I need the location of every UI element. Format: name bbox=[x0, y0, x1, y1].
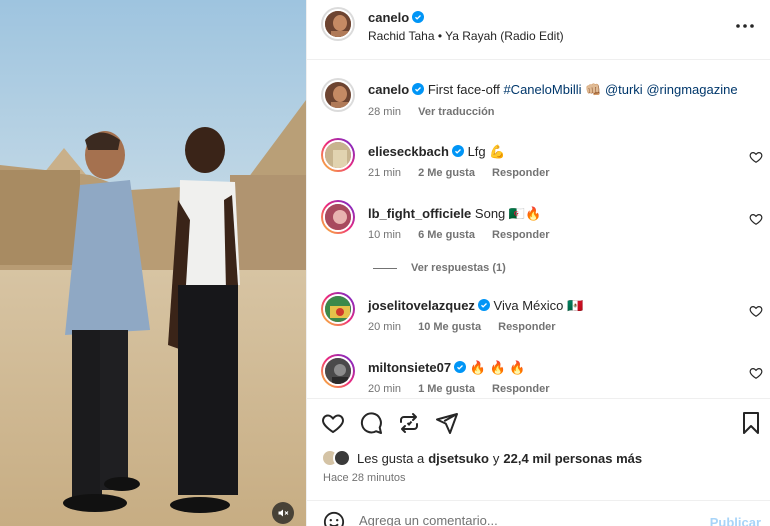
commenter-avatar[interactable] bbox=[321, 138, 355, 172]
post-photo[interactable] bbox=[0, 0, 306, 526]
avatar-image bbox=[325, 296, 351, 322]
save-bookmark-icon[interactable] bbox=[739, 411, 763, 435]
post-details-panel: canelo Rachid Taha • Ya Rayah (Radio Edi… bbox=[306, 0, 770, 526]
reply-button[interactable]: Responder bbox=[492, 167, 549, 179]
comment-time: 21 min bbox=[368, 167, 402, 179]
likes-connector: y bbox=[492, 450, 500, 466]
comment-text: 🔥 🔥 🔥 bbox=[469, 360, 526, 375]
caption-meta: 28 min Ver traducción bbox=[368, 106, 509, 118]
liker-username[interactable]: djsetsuko bbox=[428, 451, 489, 466]
post-actions-bar bbox=[307, 398, 770, 446]
view-replies-button[interactable]: Ver respuestas (1) bbox=[373, 262, 506, 274]
comment-meta: 21 min 2 Me gusta Responder bbox=[368, 167, 563, 179]
comment-text: Lfg 💪 bbox=[467, 144, 506, 159]
verified-badge-icon bbox=[412, 83, 425, 95]
publish-button[interactable]: Publicar bbox=[710, 515, 761, 526]
avatar-image bbox=[325, 11, 351, 37]
avatar-image bbox=[325, 142, 351, 168]
reply-button[interactable]: Responder bbox=[492, 383, 549, 395]
comment-line: miltonsiete07 🔥 🔥 🔥 bbox=[368, 359, 526, 377]
comment-text: Viva México 🇲🇽 bbox=[493, 298, 584, 313]
comment-username[interactable]: miltonsiete07 bbox=[368, 360, 451, 375]
caption-username[interactable]: canelo bbox=[368, 82, 409, 97]
verified-badge-icon bbox=[451, 145, 464, 157]
more-horizontal-icon bbox=[736, 24, 754, 28]
comment-username[interactable]: elieseckbach bbox=[368, 144, 449, 159]
comment-meta: 20 min 10 Me gusta Responder bbox=[368, 321, 570, 333]
comment-likes[interactable]: 1 Me gusta bbox=[418, 383, 475, 395]
translate-link[interactable]: Ver traducción bbox=[418, 106, 494, 118]
author-avatar[interactable] bbox=[321, 7, 355, 41]
replies-divider bbox=[373, 267, 397, 269]
more-options-button[interactable] bbox=[733, 14, 757, 38]
comment-time: 20 min bbox=[368, 383, 402, 395]
heart-icon[interactable] bbox=[749, 150, 763, 164]
commenter-avatar[interactable] bbox=[321, 354, 355, 388]
comment-bubble-icon[interactable] bbox=[359, 411, 383, 435]
comment-text: Song 🇩🇿🔥 bbox=[474, 206, 542, 221]
comment-username[interactable]: lb_fight_officiele bbox=[368, 206, 471, 221]
speaker-muted-icon bbox=[278, 509, 289, 517]
commenter-avatar[interactable] bbox=[321, 200, 355, 234]
likes-count[interactable]: 22,4 mil personas más bbox=[503, 451, 642, 466]
add-comment-bar: Publicar bbox=[307, 500, 770, 526]
emoji-smiley-icon[interactable] bbox=[323, 511, 345, 526]
comment-likes[interactable]: 2 Me gusta bbox=[418, 167, 475, 179]
liker-avatar bbox=[333, 449, 351, 467]
comment-time: 10 min bbox=[368, 229, 402, 241]
commenter-avatar[interactable] bbox=[321, 292, 355, 326]
view-replies-label: Ver respuestas (1) bbox=[411, 262, 506, 274]
reply-button[interactable]: Responder bbox=[492, 229, 549, 241]
comment-username[interactable]: joselitovelazquez bbox=[368, 298, 475, 313]
post-header: canelo Rachid Taha • Ya Rayah (Radio Edi… bbox=[307, 0, 770, 60]
likes-prefix: Les gusta a bbox=[357, 450, 425, 466]
heart-icon[interactable] bbox=[749, 212, 763, 226]
comment-likes[interactable]: 6 Me gusta bbox=[418, 229, 475, 241]
author-username[interactable]: canelo bbox=[368, 10, 409, 25]
avatar-image bbox=[325, 82, 351, 108]
caption-avatar[interactable] bbox=[321, 78, 355, 112]
audio-track[interactable]: Rachid Taha • Ya Rayah (Radio Edit) bbox=[368, 29, 564, 43]
mention-link-ringmagazine[interactable]: @ringmagazine bbox=[646, 82, 737, 97]
comment-input[interactable] bbox=[359, 513, 689, 526]
mute-button[interactable] bbox=[272, 502, 294, 524]
comment-line: joselitovelazquez Viva México 🇲🇽 bbox=[368, 297, 583, 315]
author-line: canelo bbox=[368, 9, 425, 27]
comment-line: lb_fight_officiele Song 🇩🇿🔥 bbox=[368, 205, 541, 223]
verified-badge-icon bbox=[477, 299, 490, 311]
mention-link-turki[interactable]: @turki bbox=[605, 82, 643, 97]
comment-time: 20 min bbox=[368, 321, 402, 333]
verified-badge-icon bbox=[454, 361, 467, 373]
avatar-image bbox=[325, 358, 351, 384]
comment-likes[interactable]: 10 Me gusta bbox=[418, 321, 481, 333]
caption-body: First face-off bbox=[427, 82, 500, 97]
avatar-image bbox=[325, 204, 351, 230]
likes-summary: Les gusta a djsetsuko y 22,4 mil persona… bbox=[321, 449, 642, 467]
comment-line: elieseckbach Lfg 💪 bbox=[368, 143, 505, 161]
reply-button[interactable]: Responder bbox=[498, 321, 555, 333]
caption-text: canelo First face-off #CaneloMbilli 👊🏼 @… bbox=[368, 81, 763, 99]
heart-icon[interactable] bbox=[749, 366, 763, 380]
comment-meta: 10 min 6 Me gusta Responder bbox=[368, 229, 563, 241]
comment-meta: 20 min 1 Me gusta Responder bbox=[368, 383, 563, 395]
pyramids-faceoff-image bbox=[0, 0, 306, 526]
like-heart-icon[interactable] bbox=[321, 411, 345, 435]
verified-badge-icon bbox=[412, 11, 425, 23]
repost-icon[interactable] bbox=[397, 411, 421, 435]
caption-emoji: 👊🏼 bbox=[585, 82, 602, 97]
heart-icon[interactable] bbox=[749, 304, 763, 318]
hashtag-link[interactable]: #CaneloMbilli bbox=[503, 82, 581, 97]
caption-time: 28 min bbox=[368, 106, 402, 118]
share-send-icon[interactable] bbox=[435, 411, 459, 435]
post-timestamp: Hace 28 minutos bbox=[323, 472, 406, 484]
